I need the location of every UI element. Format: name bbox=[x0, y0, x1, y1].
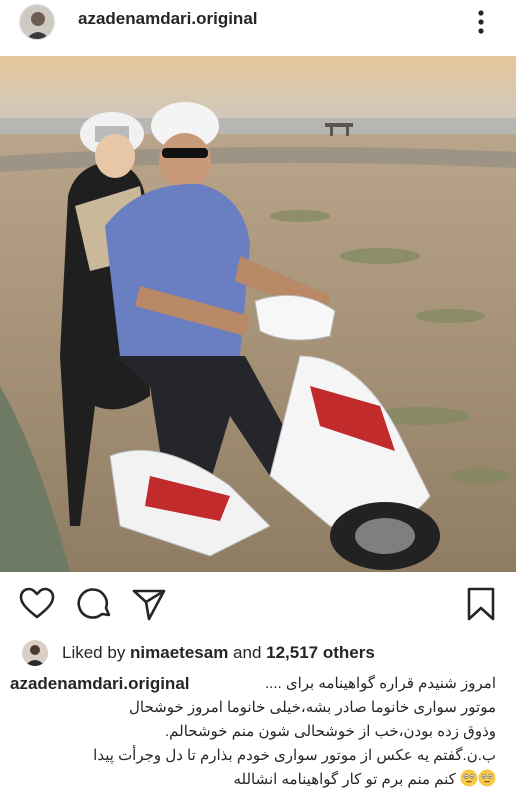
liked-by-prefix: Liked by bbox=[62, 643, 131, 662]
liked-by-middle: and bbox=[228, 643, 267, 662]
caption-line: موتور سواری خانوما صادر بشه،خیلی خانوما … bbox=[129, 699, 496, 716]
paper-plane-icon[interactable] bbox=[130, 585, 168, 623]
caption-line: azadenamdari.original امروز شنیدم قراره … bbox=[10, 672, 496, 696]
flushed-face-emoji bbox=[460, 769, 478, 787]
comment-icon[interactable] bbox=[76, 585, 114, 623]
caption-username[interactable]: azadenamdari.original bbox=[10, 672, 190, 696]
avatar-image bbox=[20, 5, 54, 39]
liked-by-count[interactable]: 12,517 others bbox=[266, 643, 375, 662]
post-caption: azadenamdari.original امروز شنیدم قراره … bbox=[10, 672, 496, 792]
more-vertical-icon[interactable] bbox=[476, 8, 486, 36]
caption-line: وذوق زده بودن،خب از خوشحالی شون منم خوشح… bbox=[165, 723, 496, 740]
caption-text: کنم منم برم تو کار گواهینامه انشالله bbox=[233, 771, 456, 788]
post-photo[interactable] bbox=[0, 56, 516, 572]
likes-text: Liked by nimaetesam and 12,517 others bbox=[62, 643, 375, 663]
action-bar bbox=[0, 585, 516, 629]
caption-text: امروز شنیدم قراره گواهینامه برای .... bbox=[265, 675, 496, 692]
heart-icon[interactable] bbox=[18, 585, 56, 623]
liker-avatar[interactable] bbox=[22, 640, 48, 666]
post-image bbox=[0, 56, 516, 572]
profile-avatar[interactable] bbox=[19, 4, 55, 40]
flushed-face-emoji bbox=[478, 769, 496, 787]
post-username[interactable]: azadenamdari.original bbox=[78, 9, 258, 29]
caption-line: کنم منم برم تو کار گواهینامه انشالله bbox=[10, 768, 496, 792]
bookmark-icon[interactable] bbox=[462, 585, 500, 623]
liked-by-user[interactable]: nimaetesam bbox=[130, 643, 228, 662]
caption-line: ب.ن.گفتم یه عکس از موتور سواری خودم بذار… bbox=[93, 747, 496, 764]
post-header: azadenamdari.original bbox=[0, 0, 516, 44]
likes-row: Liked by nimaetesam and 12,517 others bbox=[0, 638, 516, 668]
liker-avatar-image bbox=[22, 640, 48, 666]
